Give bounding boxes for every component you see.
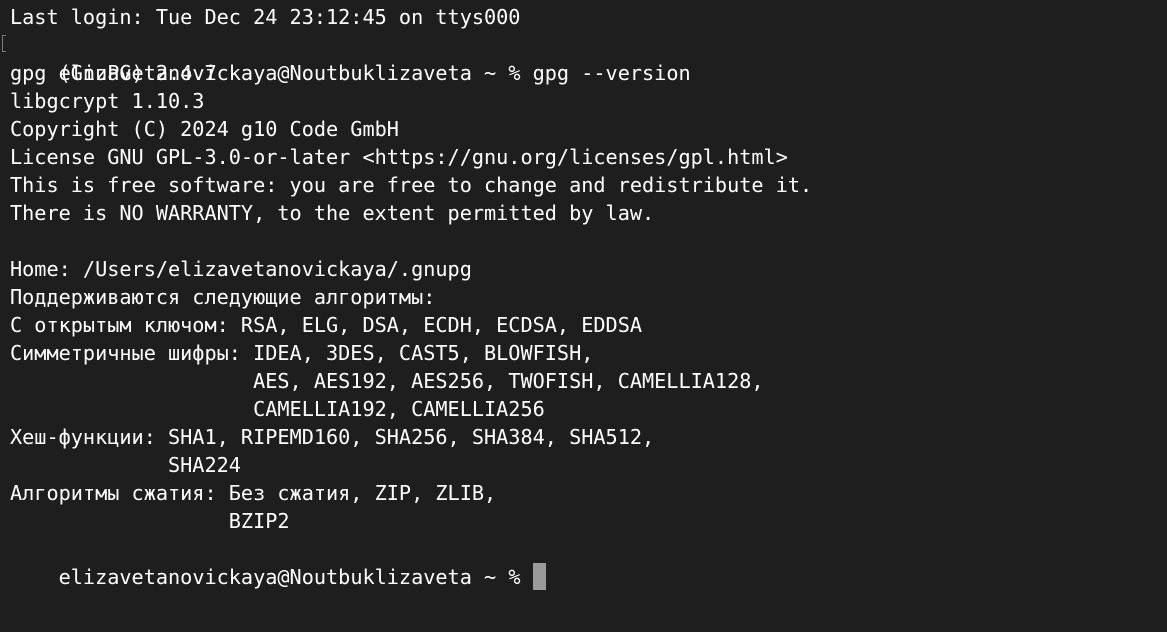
command-mark-icon <box>2 35 6 52</box>
terminal-line-cipher-cont-2: CAMELLIA192, CAMELLIA256 <box>10 397 545 421</box>
terminal-line-license: License GNU GPL-3.0-or-later <https://gn… <box>10 145 788 169</box>
terminal-line-compression-cont: BZIP2 <box>10 509 290 533</box>
terminal-line-free-software: This is free software: you are free to c… <box>10 173 813 197</box>
terminal-line-gpg-version: gpg (GnuPG) 2.4.7 <box>10 61 217 85</box>
terminal-line-cipher-cont-1: AES, AES192, AES256, TWOFISH, CAMELLIA12… <box>10 369 764 393</box>
terminal-line-pubkey: С открытым ключом: RSA, ELG, DSA, ECDH, … <box>10 313 643 337</box>
terminal-line-last-login: Last login: Tue Dec 24 23:12:45 on ttys0… <box>10 5 521 29</box>
terminal-line-cipher: Симметричные шифры: IDEA, 3DES, CAST5, B… <box>10 341 594 365</box>
terminal-line-hash: Хеш-функции: SHA1, RIPEMD160, SHA256, SH… <box>10 425 655 449</box>
terminal-line-libgcrypt: libgcrypt 1.10.3 <box>10 89 205 113</box>
terminal-line-warranty: There is NO WARRANTY, to the extent perm… <box>10 201 655 225</box>
terminal-window[interactable]: Last login: Tue Dec 24 23:12:45 on ttys0… <box>0 0 1167 632</box>
terminal-line-command: elizavetanovickaya@Noutbuklizaveta ~ % g… <box>2 31 1167 85</box>
terminal-line-supported-algorithms: Поддерживаются следующие алгоритмы: <box>10 285 436 309</box>
terminal-line-hash-cont: SHA224 <box>10 453 241 477</box>
terminal-line-home: Home: /Users/elizavetanovickaya/.gnupg <box>10 257 472 281</box>
text-cursor <box>532 563 546 590</box>
terminal-line-copyright: Copyright (C) 2024 g10 Code GmbH <box>10 117 399 141</box>
terminal-line-compression: Алгоритмы сжатия: Без сжатия, ZIP, ZLIB, <box>10 481 497 505</box>
prompt-text: elizavetanovickaya@Noutbuklizaveta ~ % <box>58 565 533 589</box>
terminal-prompt-line[interactable]: elizavetanovickaya@Noutbuklizaveta ~ % <box>10 535 1167 590</box>
